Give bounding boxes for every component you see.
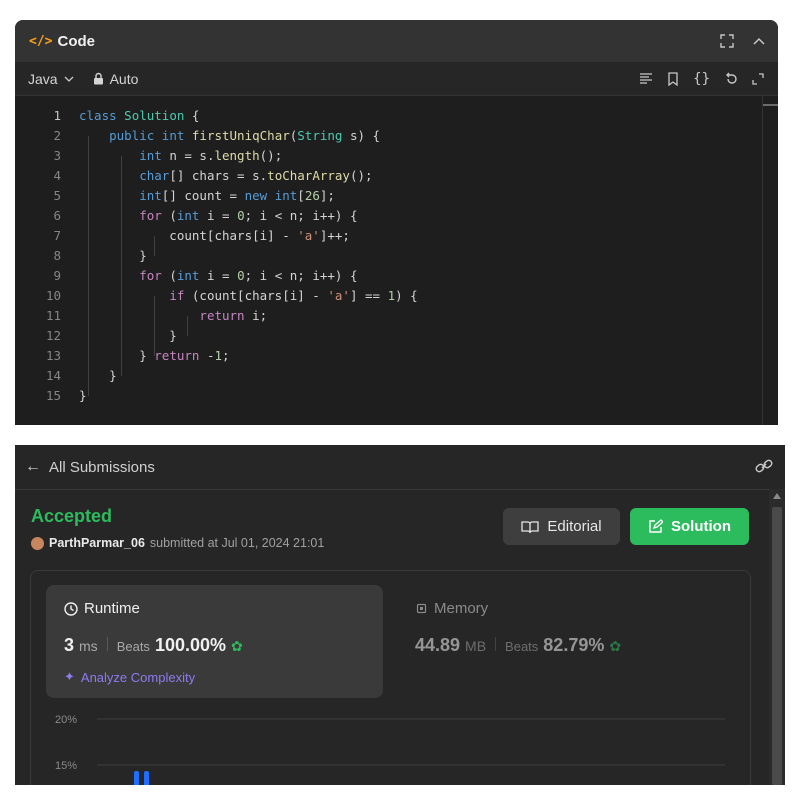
expand-icon[interactable] (752, 72, 764, 85)
code-text: if (count[chars[i] - 'a'] == 1) { (169, 288, 418, 303)
chip-icon (416, 603, 427, 614)
editorial-label: Editorial (547, 518, 602, 535)
chart-bar (134, 771, 139, 785)
code-text: int n = s.length(); (139, 148, 283, 163)
reset-icon[interactable] (724, 72, 738, 86)
stats-card: Runtime 3 ms Beats 100.00% ✿ ✦ Analyze C… (30, 570, 751, 785)
code-icon: </> (29, 33, 53, 49)
submission-header: ← All Submissions (15, 445, 785, 490)
memory-unit: MB (465, 638, 487, 654)
language-label: Java (28, 70, 58, 87)
collapse-chevron-icon[interactable] (752, 34, 766, 48)
language-select[interactable]: Java (28, 71, 75, 87)
code-text: for (int i = 0; i < n; i++) { (139, 208, 358, 223)
code-text: for (int i = 0; i < n; i++) { (139, 268, 358, 283)
runtime-card[interactable]: Runtime 3 ms Beats 100.00% ✿ ✦ Analyze C… (46, 585, 383, 698)
back-arrow-icon[interactable]: ← (25, 458, 41, 476)
code-text: count[chars[i] - 'a']++; (79, 228, 350, 243)
code-line: 9 for (int i = 0; i < n; i++) { (15, 266, 755, 286)
edit-icon (649, 519, 663, 533)
code-editor-panel: </> Code Java Auto {} 1 class Solution {… (15, 20, 778, 425)
code-line: 10 if (count[chars[i] - 'a'] == 1) { (15, 286, 755, 306)
solution-button[interactable]: Solution (630, 508, 749, 545)
analyze-complexity-link[interactable]: ✦ Analyze Complexity (64, 669, 195, 685)
submission-panel: ← All Submissions Accepted ParthParmar_0… (15, 445, 785, 785)
code-body[interactable]: 1 class Solution { 2 public int firstUniq… (15, 96, 778, 425)
submission-scrollbar[interactable] (769, 489, 785, 785)
memory-values: 44.89 MB Beats 82.79% ✿ (415, 635, 621, 656)
editorial-button[interactable]: Editorial (503, 508, 620, 545)
code-text: int[] count = new int[26]; (139, 188, 335, 203)
runtime-title: Runtime (64, 600, 140, 617)
runtime-beats-value: 100.00% (154, 635, 226, 655)
lock-icon (93, 72, 103, 85)
memory-beats-label: Beats (505, 639, 539, 654)
code-line: 14 } (15, 366, 755, 386)
clap-icon: ✿ (609, 638, 622, 654)
code-line: 13 } return -1; (15, 346, 755, 366)
status-accepted: Accepted (31, 506, 113, 526)
runtime-value: 3 (64, 635, 75, 655)
code-line: 3 int n = s.length(); (15, 146, 755, 166)
solution-label: Solution (671, 518, 731, 535)
code-line: 15} (15, 386, 755, 406)
code-panel-title: Code (57, 32, 95, 50)
sparkle-icon: ✦ (64, 669, 75, 684)
code-text: return i; (199, 308, 268, 323)
code-line: 4 char[] chars = s.toCharArray(); (15, 166, 755, 186)
code-text: } (79, 368, 117, 383)
scroll-thumb[interactable] (772, 507, 782, 785)
code-text: } return -1; (79, 348, 230, 363)
runtime-unit: ms (79, 638, 98, 654)
code-line: 1 class Solution { (15, 106, 755, 126)
runtime-values: 3 ms Beats 100.00% ✿ (64, 635, 243, 656)
chart-bar (144, 771, 149, 785)
code-line: 8 } (15, 246, 755, 266)
runtime-beats-label: Beats (116, 639, 150, 654)
y-tick-label: 20% (55, 714, 77, 726)
code-text: } (79, 328, 177, 343)
clock-icon (64, 601, 78, 616)
memory-value: 44.89 (415, 635, 461, 655)
code-text: } (79, 388, 87, 403)
auto-mode[interactable]: Auto (93, 70, 139, 87)
code-line: 6 for (int i = 0; i < n; i++) { (15, 206, 755, 226)
all-submissions-link[interactable]: All Submissions (49, 459, 155, 476)
runtime-distribution-chart: 20% 15% (55, 714, 725, 785)
bookmark-icon[interactable] (667, 71, 679, 86)
editor-toolbar: Java Auto {} (15, 62, 778, 96)
y-tick-label: 15% (55, 760, 77, 772)
code-line: 7 count[chars[i] - 'a']++; (15, 226, 755, 246)
code-line: 11 return i; (15, 306, 755, 326)
avatar[interactable] (31, 536, 44, 550)
code-text: } (79, 248, 147, 263)
submitted-time: submitted at Jul 01, 2024 21:01 (149, 536, 325, 550)
scroll-up-icon[interactable] (773, 493, 781, 499)
code-panel-header: </> Code (15, 20, 778, 62)
code-text: class Solution { (79, 108, 200, 123)
code-line: 12 } (15, 326, 755, 346)
code-line: 5 int[] count = new int[26]; (15, 186, 755, 206)
book-icon (521, 520, 540, 533)
clap-icon: ✿ (231, 638, 243, 654)
chevron-down-icon (64, 76, 74, 82)
code-line: 2 public int firstUniqChar(String s) { (15, 126, 755, 146)
link-icon[interactable] (755, 459, 773, 478)
memory-title[interactable]: Memory (415, 600, 488, 617)
format-icon[interactable] (639, 72, 653, 85)
username[interactable]: ParthParmar_06 (49, 536, 145, 550)
submitter-info: ParthParmar_06 submitted at Jul 01, 2024… (31, 536, 324, 550)
code-scrollbar[interactable] (762, 96, 778, 425)
fullscreen-icon[interactable] (720, 34, 734, 48)
braces-icon[interactable]: {} (693, 71, 710, 87)
memory-beats-value: 82.79% (543, 635, 605, 655)
auto-mode-label: Auto (109, 70, 139, 87)
code-text: char[] chars = s.toCharArray(); (139, 168, 373, 183)
code-text: public int firstUniqChar(String s) { (109, 128, 381, 143)
